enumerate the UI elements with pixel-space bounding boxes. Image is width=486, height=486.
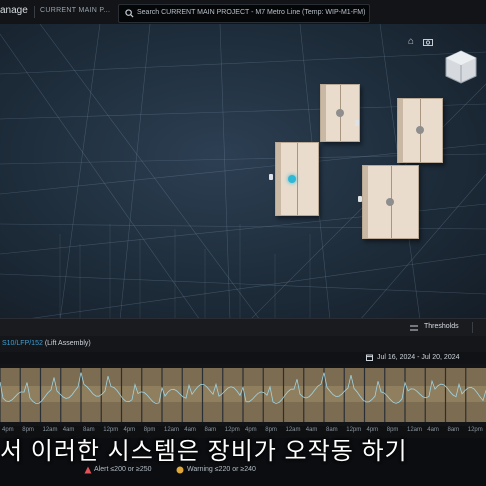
legend-alert: Alert ≤200 or ≥250 — [94, 466, 152, 473]
door-tag — [358, 196, 362, 202]
viewport-toolbar: Thresholds — [0, 318, 486, 337]
sensor-header: S10/LFP/152 (Lift Assembly) — [0, 336, 486, 352]
search-text: Search CURRENT MAIN PROJECT - M7 Metro L… — [137, 9, 366, 16]
legend-warning: Warning ≤220 or ≥240 — [187, 466, 256, 473]
calendar-icon[interactable] — [366, 354, 373, 361]
thresholds-button[interactable]: Thresholds — [424, 323, 459, 330]
divider — [34, 6, 35, 18]
warning-icon — [176, 466, 184, 474]
divider — [472, 322, 473, 333]
view-cube[interactable] — [443, 49, 479, 85]
elevator-door-selected[interactable] — [275, 142, 319, 216]
camera-icon[interactable] — [423, 38, 433, 46]
alert-icon — [84, 466, 92, 474]
sensor-marker[interactable] — [416, 126, 424, 134]
thresholds-icon — [410, 325, 418, 331]
door-tag — [355, 120, 359, 126]
date-row: Jul 16, 2024 - Jul 20, 2024 — [0, 352, 486, 364]
search-input[interactable]: Search CURRENT MAIN PROJECT - M7 Metro L… — [118, 4, 370, 23]
selected-sensor-marker[interactable] — [288, 175, 296, 183]
home-icon[interactable]: ⌂ — [408, 36, 414, 47]
sensor-marker[interactable] — [386, 198, 394, 206]
top-bar: anage CURRENT MAIN P... Search CURRENT M… — [0, 0, 486, 25]
subtitle-caption: 서 이러한 시스템은 장비가 오작동 하기 — [0, 438, 408, 465]
model-viewport[interactable]: ⌂ — [0, 24, 486, 320]
elevator-door[interactable] — [320, 84, 360, 142]
sensor-id[interactable]: S10/LFP/152 — [2, 340, 43, 347]
project-selector[interactable]: CURRENT MAIN P... — [40, 7, 110, 14]
search-icon — [125, 9, 134, 18]
date-range-picker[interactable]: Jul 16, 2024 - Jul 20, 2024 — [377, 354, 460, 361]
app-title: anage — [0, 5, 28, 16]
chart-plot — [0, 368, 486, 422]
elevator-door[interactable] — [362, 165, 419, 239]
door-tag — [269, 174, 273, 180]
sensor-marker[interactable] — [336, 109, 344, 117]
sensor-chart[interactable] — [0, 364, 486, 426]
sensor-title: S10/LFP/152 (Lift Assembly) — [2, 340, 91, 347]
sensor-name: (Lift Assembly) — [44, 340, 91, 347]
elevator-door[interactable] — [397, 98, 443, 163]
